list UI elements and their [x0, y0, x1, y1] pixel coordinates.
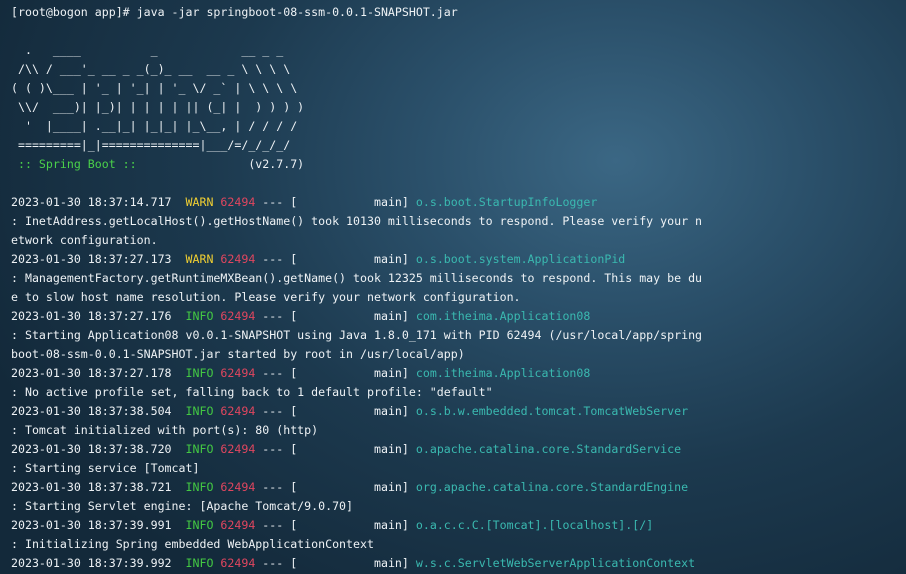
log-timestamp: 2023-01-30 18:37:27.178 [11, 366, 172, 380]
log-spacer [172, 252, 186, 266]
banner-line: . ____ _ __ _ _ [11, 43, 284, 57]
log-timestamp: 2023-01-30 18:37:38.720 [11, 442, 172, 456]
log-logger: o.s.b.w.embedded.tomcat.TomcatWebServer [415, 404, 689, 418]
log-level: INFO [185, 404, 214, 418]
terminal-window[interactable]: [root@bogon app]# java -jar springboot-0… [0, 0, 906, 574]
log-level: INFO [185, 480, 214, 494]
log-timestamp: 2023-01-30 18:37:27.176 [11, 309, 172, 323]
log-spacer [172, 404, 186, 418]
command-prompt: [root@bogon app]# java -jar springboot-0… [11, 5, 458, 19]
log-timestamp: 2023-01-30 18:37:39.992 [11, 556, 172, 570]
log-message: : InetAddress.getLocalHost().getHostName… [11, 214, 703, 228]
log-thread: --- [ main] [255, 366, 416, 380]
log-message: etwork configuration. [11, 233, 158, 247]
log-logger: com.itheima.Application08 [415, 309, 591, 323]
log-logger: o.a.c.c.C.[Tomcat].[localhost].[/] [415, 518, 654, 532]
spring-boot-version: (v2.7.7) [143, 157, 305, 171]
banner-line: =========|_|==============|___/=/_/_/_/ [11, 138, 291, 152]
log-message: : ManagementFactory.getRuntimeMXBean().g… [11, 271, 703, 285]
log-spacer [172, 366, 186, 380]
log-pid: 62494 [220, 556, 256, 570]
log-pid: 62494 [220, 309, 256, 323]
log-logger: org.apache.catalina.core.StandardEngine [415, 480, 689, 494]
log-level: INFO [185, 309, 214, 323]
log-logger: w.s.c.ServletWebServerApplicationContext [415, 556, 696, 570]
log-pid: 62494 [220, 195, 256, 209]
log-message: boot-08-ssm-0.0.1-SNAPSHOT.jar started b… [11, 347, 465, 361]
log-spacer [172, 556, 186, 570]
banner-line: /\\ / ___'_ __ _ _(_)_ __ __ _ \ \ \ \ [11, 62, 291, 76]
log-message: : Starting service [Tomcat] [11, 461, 200, 475]
log-message: : No active profile set, falling back to… [11, 385, 493, 399]
log-pid: 62494 [220, 518, 256, 532]
log-spacer [172, 480, 186, 494]
log-level: INFO [185, 518, 214, 532]
spring-boot-version-line: :: Spring Boot :: (v2.7.7) [11, 157, 304, 171]
log-thread: --- [ main] [255, 404, 416, 418]
log-entry-header: 2023-01-30 18:37:27.173 WARN 62494 --- [… [11, 252, 625, 266]
log-entry-header: 2023-01-30 18:37:38.720 INFO 62494 --- [… [11, 442, 681, 456]
log-message: : Tomcat initialized with port(s): 80 (h… [11, 423, 319, 437]
log-entry-header: 2023-01-30 18:37:39.992 INFO 62494 --- [… [11, 556, 695, 570]
log-level: INFO [185, 366, 214, 380]
log-timestamp: 2023-01-30 18:37:14.717 [11, 195, 172, 209]
log-spacer [172, 518, 186, 532]
log-timestamp: 2023-01-30 18:37:38.721 [11, 480, 172, 494]
log-thread: --- [ main] [255, 518, 416, 532]
log-thread: --- [ main] [255, 252, 416, 266]
log-entry-header: 2023-01-30 18:37:27.176 INFO 62494 --- [… [11, 309, 590, 323]
log-message: : Starting Servlet engine: [Apache Tomca… [11, 499, 354, 513]
banner-line: \\/ ___)| |_)| | | | | || (_| | ) ) ) ) [11, 100, 305, 114]
log-thread: --- [ main] [255, 195, 416, 209]
log-spacer [172, 195, 186, 209]
log-level: INFO [185, 442, 214, 456]
log-message: e to slow host name resolution. Please v… [11, 290, 521, 304]
log-logger: o.apache.catalina.core.StandardService [415, 442, 682, 456]
log-entry-header: 2023-01-30 18:37:14.717 WARN 62494 --- [… [11, 195, 597, 209]
log-level: WARN [185, 252, 214, 266]
log-pid: 62494 [220, 404, 256, 418]
log-pid: 62494 [220, 252, 256, 266]
log-timestamp: 2023-01-30 18:37:39.991 [11, 518, 172, 532]
banner-line: ( ( )\___ | '_ | '_| | '_ \/ _` | \ \ \ … [11, 81, 298, 95]
log-pid: 62494 [220, 442, 256, 456]
log-logger: o.s.boot.system.ApplicationPid [415, 252, 626, 266]
log-entry-header: 2023-01-30 18:37:38.721 INFO 62494 --- [… [11, 480, 688, 494]
log-timestamp: 2023-01-30 18:37:38.504 [11, 404, 172, 418]
log-logger: com.itheima.Application08 [415, 366, 591, 380]
log-spacer [172, 442, 186, 456]
log-thread: --- [ main] [255, 442, 416, 456]
log-entry-header: 2023-01-30 18:37:27.178 INFO 62494 --- [… [11, 366, 590, 380]
log-level: INFO [185, 556, 214, 570]
log-timestamp: 2023-01-30 18:37:27.173 [11, 252, 172, 266]
log-level: WARN [185, 195, 214, 209]
log-thread: --- [ main] [255, 309, 416, 323]
log-message: : Starting Application08 v0.0.1-SNAPSHOT… [11, 328, 703, 342]
log-thread: --- [ main] [255, 556, 416, 570]
log-pid: 62494 [220, 480, 256, 494]
log-logger: o.s.boot.StartupInfoLogger [415, 195, 598, 209]
log-pid: 62494 [220, 366, 256, 380]
log-entry-header: 2023-01-30 18:37:39.991 INFO 62494 --- [… [11, 518, 653, 532]
log-entry-header: 2023-01-30 18:37:38.504 INFO 62494 --- [… [11, 404, 688, 418]
log-message: : Initializing Spring embedded WebApplic… [11, 537, 374, 551]
spring-boot-label: :: Spring Boot :: [11, 157, 144, 171]
banner-line: ' |____| .__|_| |_|_| |_\__, | / / / / [11, 119, 298, 133]
log-spacer [172, 309, 186, 323]
log-thread: --- [ main] [255, 480, 416, 494]
